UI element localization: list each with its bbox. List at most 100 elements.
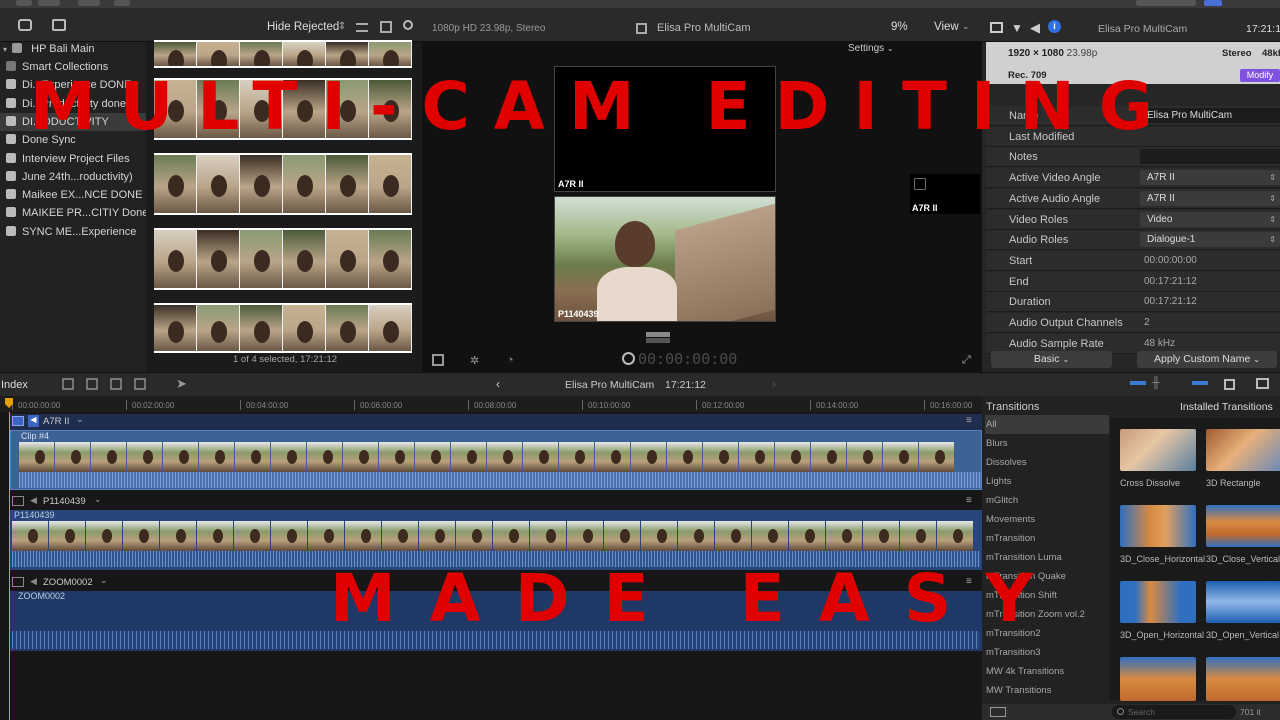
angle-header-a7r[interactable]: ◀ A7R II ⌄ ≡ (10, 414, 982, 430)
angle-header-zoom0002[interactable]: ◀ ZOOM0002 ⌄ ≡ (10, 575, 982, 591)
share-icon[interactable] (1204, 0, 1222, 6)
clip-a7r[interactable]: Clip #4 (10, 430, 982, 490)
download-icon[interactable] (38, 0, 60, 6)
transition-thumbnail[interactable] (1120, 429, 1196, 471)
transition-thumbnail[interactable] (1120, 505, 1196, 547)
sidebar-toggle-icon[interactable] (990, 707, 1006, 717)
forward-arrow-icon[interactable]: › (772, 377, 776, 391)
view-menu[interactable]: View (934, 21, 959, 33)
browser-clip[interactable] (154, 153, 412, 215)
transition-category[interactable]: mTransition Quake (985, 567, 1109, 586)
index-button[interactable]: Index (1, 379, 28, 391)
transition-category[interactable]: All (985, 415, 1109, 434)
transition-category[interactable]: mTransition (985, 529, 1109, 548)
transition-category[interactable]: mGlitch (985, 491, 1109, 510)
sidebar-item[interactable]: Di...Productivity done (6, 95, 126, 113)
angle-grid-icon[interactable] (636, 23, 647, 34)
transition-thumbnail[interactable] (1206, 505, 1280, 547)
waveform-icon[interactable]: ╫ (1152, 377, 1160, 389)
play-icon[interactable] (622, 352, 635, 365)
monitor-icon[interactable] (12, 416, 24, 426)
transition-category[interactable]: mTransition3 (985, 643, 1109, 662)
hide-rejected-menu[interactable]: Hide Rejected (267, 21, 339, 33)
sidebar-item[interactable]: June 24th...roductivity) (6, 168, 133, 186)
transition-category[interactable]: mTransition Luma (985, 548, 1109, 567)
viewer-settings-menu[interactable]: Settings ⌄ (848, 43, 904, 54)
monitor-icon[interactable] (12, 496, 24, 506)
transition-thumbnail[interactable] (1120, 657, 1196, 701)
sidebar-item[interactable]: Maikee EX...NCE DONE (6, 186, 142, 204)
modify-button[interactable]: Modify (1240, 69, 1280, 82)
search-field[interactable]: Search (1112, 705, 1236, 719)
timeline-ruler[interactable]: 00:00:00:00 00:02:00:00 00:04:00:00 00:06:0… (0, 396, 982, 412)
sidebar-item[interactable]: DI...ODUCTIVITY (0, 112, 146, 131)
sidebar-item[interactable]: Interview Project Files (6, 150, 130, 168)
browser-clip[interactable] (154, 228, 412, 290)
transition-category[interactable]: MW 4k Transitions (985, 662, 1109, 681)
menu-icon[interactable]: ≡ (966, 415, 972, 426)
transition-category[interactable]: mTransition Zoom vol.2 (985, 605, 1109, 624)
keyword-icon[interactable] (78, 0, 100, 6)
sidebar-item[interactable]: Smart Collections (6, 58, 108, 76)
angle-header-p1140439[interactable]: ◀ P1140439 ⌄ ≡ (10, 494, 982, 510)
transform-icon[interactable] (432, 354, 444, 366)
insert-icon[interactable] (86, 378, 98, 390)
transition-category[interactable]: mTransition Shift (985, 586, 1109, 605)
transition-category[interactable]: Movements (985, 510, 1109, 529)
overwrite-icon[interactable] (134, 378, 146, 390)
connect-icon[interactable] (62, 378, 74, 390)
browser-clip[interactable] (154, 303, 412, 353)
enhance-icon[interactable]: ✲ (470, 354, 479, 367)
angle-p1140439[interactable]: P1140439 (554, 196, 776, 322)
menu-icon[interactable]: ≡ (966, 576, 972, 587)
inspector-field[interactable] (1140, 149, 1280, 165)
browser-toggle-icon[interactable] (1256, 378, 1269, 389)
basic-menu[interactable]: Basic ⌄ (991, 351, 1112, 368)
libraries-icon[interactable] (18, 19, 32, 31)
filmstrip-icon[interactable] (380, 21, 392, 33)
inspector-video-icon[interactable] (990, 22, 1003, 33)
bank-icon[interactable] (646, 332, 670, 343)
clip-zoom0002[interactable]: ZOOM0002 (10, 591, 982, 651)
transition-category[interactable]: Dissolves (985, 453, 1109, 472)
sidebar-item[interactable]: SYNC ME...Experience (6, 223, 136, 241)
browser-clip[interactable] (154, 78, 412, 140)
speed-icon[interactable]: ◔ (506, 352, 514, 367)
transition-thumbnail[interactable] (1120, 581, 1196, 623)
inspector-popup[interactable]: Video ⇕ (1140, 211, 1280, 227)
angle-checkbox[interactable] (914, 178, 926, 190)
browser-clip[interactable] (154, 40, 412, 68)
key-icon[interactable] (16, 0, 32, 6)
audio-skimming-icon[interactable] (1130, 381, 1146, 385)
audio-icon[interactable]: ◀ (1030, 20, 1040, 36)
search-icon[interactable] (403, 20, 413, 30)
sidebar-item[interactable]: MAIKEE PR...CITIY Done (6, 204, 148, 222)
transition-category[interactable]: Lights (985, 472, 1109, 491)
select-tool-icon[interactable]: ➤ (176, 376, 187, 392)
library-item[interactable]: ▾ HP Bali Main (3, 40, 95, 58)
clip-p1140439[interactable]: P1140439 (10, 510, 982, 570)
info-icon[interactable]: i (1048, 20, 1061, 33)
apply-custom-name-menu[interactable]: Apply Custom Name ⌄ (1137, 351, 1277, 368)
clip-appearance-icon[interactable] (356, 23, 368, 32)
inspector-field[interactable]: Elisa Pro MultiCam (1140, 108, 1280, 123)
done-icon[interactable] (114, 0, 130, 6)
back-arrow-icon[interactable]: ‹ (496, 377, 500, 391)
transition-thumbnail[interactable] (1206, 581, 1280, 623)
angle-a7r-ii[interactable]: A7R II (554, 66, 776, 192)
transition-category[interactable]: Blurs (985, 434, 1109, 453)
solo-icon[interactable] (1192, 381, 1208, 385)
sidebar-item[interactable]: Done Sync (6, 131, 76, 149)
inspector-popup[interactable]: A7R II ⇕ (1140, 170, 1280, 186)
speaker-icon[interactable]: ◀ (30, 495, 37, 506)
zoom-menu[interactable]: 9% (891, 21, 908, 33)
clip-appearance-icon[interactable] (1224, 379, 1235, 390)
workspace-icon[interactable] (1136, 0, 1196, 6)
speaker-icon[interactable]: ◀ (30, 576, 37, 587)
photos-icon[interactable] (52, 19, 66, 31)
transition-thumbnail[interactable] (1206, 429, 1280, 471)
transition-category[interactable]: mTransition2 (985, 624, 1109, 643)
monitor-icon[interactable] (12, 577, 24, 587)
filter-icon[interactable]: ▼ (1011, 21, 1023, 35)
append-icon[interactable] (110, 378, 122, 390)
